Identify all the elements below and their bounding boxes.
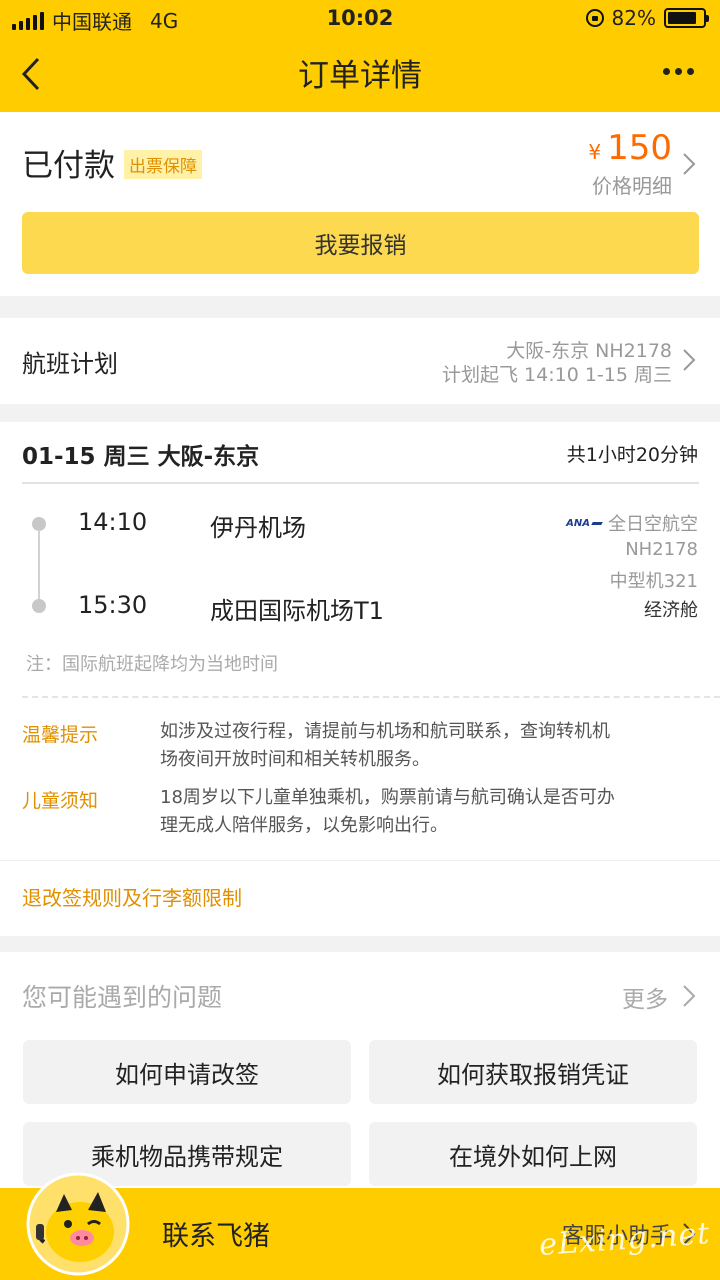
nav-bar: 订单详情: [0, 38, 720, 112]
chevron-right-icon[interactable]: [682, 984, 696, 1008]
arrival-dot: [32, 599, 46, 613]
arrival-time: 15:30: [78, 591, 148, 619]
tip-label-overnight: 温馨提示: [22, 724, 99, 746]
faq-more-link[interactable]: 更多: [622, 980, 668, 1014]
status-bar: 中国联通 4G 10:02 82%: [0, 0, 720, 38]
route-line: [38, 530, 40, 610]
divider: [0, 860, 720, 861]
arrival-airport: 成田国际机场T1: [210, 597, 384, 625]
price-detail-link[interactable]: 价格明细: [592, 170, 672, 199]
order-status-card: 已付款 出票保障 ¥ 150 价格明细 我要报销: [0, 112, 720, 296]
faq-title: 您可能遇到的问题: [22, 983, 223, 1012]
order-status: 已付款: [22, 148, 115, 184]
flight-plan-departure: 计划起飞 14:10 1-15 周三: [442, 364, 672, 386]
flight-duration: 共1小时20分钟: [566, 444, 698, 466]
fliggy-mascot-avatar-icon[interactable]: [26, 1172, 130, 1276]
flight-plan-row[interactable]: 航班计划 大阪-东京 NH2178 计划起飞 14:10 1-15 周三: [0, 318, 720, 404]
flight-number: NH2178: [625, 539, 698, 560]
departure-airport: 伊丹机场: [210, 514, 306, 542]
price-summary[interactable]: ¥ 150: [588, 128, 672, 168]
flight-header: 01-15 周三 大阪-东京: [22, 444, 260, 470]
ticket-guarantee-badge: 出票保障: [124, 150, 202, 179]
aircraft-type: 中型机321: [609, 571, 698, 592]
faq-button-internet[interactable]: 在境外如何上网: [369, 1122, 697, 1186]
refund-rules-link[interactable]: 退改签规则及行李额限制: [22, 882, 242, 911]
price-amount: 150: [607, 128, 672, 168]
cabin-class: 经济舱: [644, 600, 698, 621]
departure-time: 14:10: [78, 508, 148, 536]
flight-plan-route: 大阪-东京 NH2178: [506, 340, 672, 362]
currency-symbol: ¥: [588, 140, 602, 164]
orientation-lock-icon: [585, 9, 604, 27]
contact-label[interactable]: 联系飞猪: [162, 1214, 270, 1253]
ana-logo-icon: ANA: [566, 518, 603, 529]
tip-text-overnight: 如涉及过夜行程，请提前与机场和航司联系，查询转机机 场夜间开放时间和相关转机服务。: [160, 721, 610, 770]
more-options-icon[interactable]: [663, 68, 694, 75]
tip-text-children: 18周岁以下儿童单独乘机，购票前请与航司确认是否可办 理无成人陪伴服务，以免影响出…: [160, 787, 615, 836]
chevron-right-icon[interactable]: [682, 152, 696, 176]
tip-label-children: 儿童须知: [22, 790, 99, 812]
dashed-divider: [22, 696, 720, 698]
departure-dot: [32, 517, 46, 531]
reimburse-button[interactable]: 我要报销: [22, 212, 699, 274]
local-time-note: 注：国际航班起降均为当地时间: [26, 654, 278, 675]
flight-plan-label: 航班计划: [22, 350, 118, 378]
faq-button-receipt[interactable]: 如何获取报销凭证: [369, 1040, 697, 1104]
airline-info: ANA 全日空航空: [566, 510, 698, 536]
faq-button-change[interactable]: 如何申请改签: [23, 1040, 351, 1104]
top-bar: 中国联通 4G 10:02 82% 订单详情: [0, 0, 720, 112]
battery-icon: [664, 8, 709, 28]
page-title: 订单详情: [298, 58, 422, 94]
chevron-right-icon: [683, 349, 696, 371]
airline-name: 全日空航空: [608, 514, 698, 535]
battery-percent: 82%: [611, 6, 656, 30]
flight-detail-card: 01-15 周三 大阪-东京 共1小时20分钟 14:10 伊丹机场 15:30…: [0, 422, 720, 936]
divider: [22, 482, 699, 484]
